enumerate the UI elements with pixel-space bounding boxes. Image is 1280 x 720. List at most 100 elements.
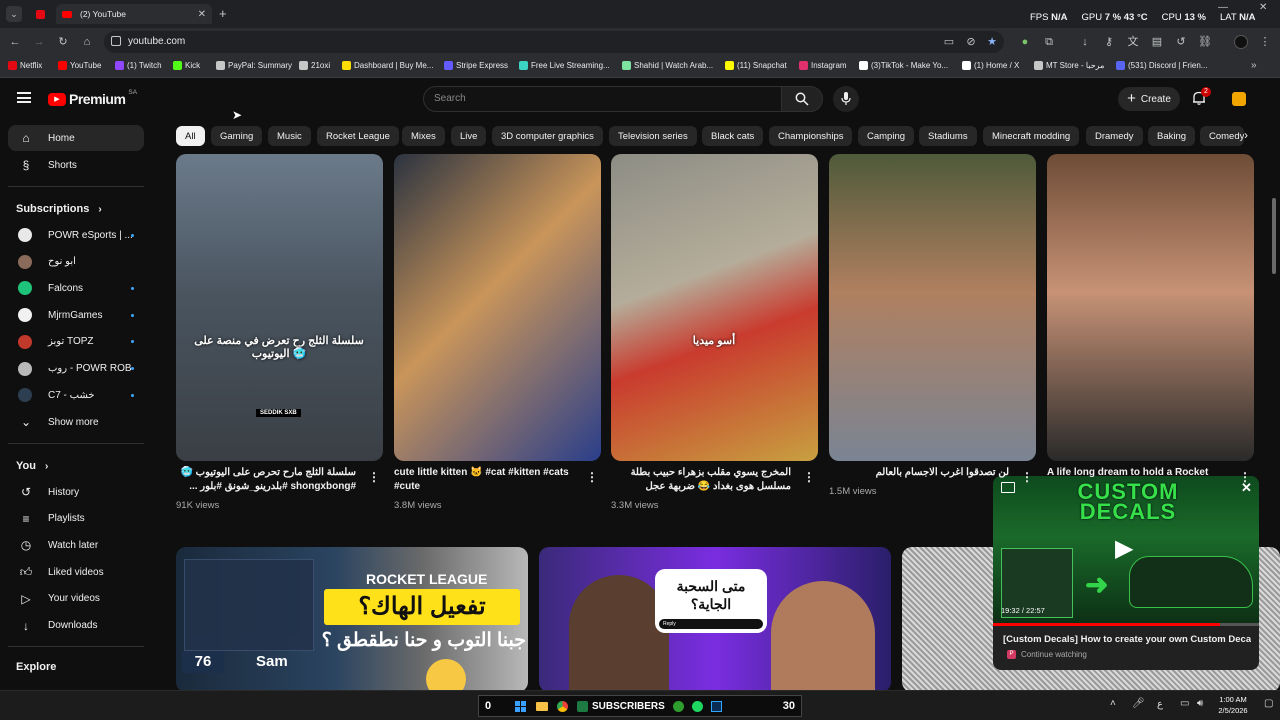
chip-minecraft-modding[interactable]: Minecraft modding	[983, 126, 1080, 146]
chip-gaming[interactable]: Gaming	[211, 126, 263, 146]
sidebar-subscription-item[interactable]: C7 - خشب	[8, 382, 144, 408]
chip-music[interactable]: Music	[268, 126, 311, 146]
windows-start-icon[interactable]	[515, 700, 526, 712]
pinned-tab[interactable]	[30, 4, 52, 24]
account-avatar[interactable]	[1232, 92, 1246, 106]
you-heading[interactable]: You ›	[16, 460, 48, 472]
key-icon[interactable]: ⚷	[1102, 35, 1116, 49]
chips-next-icon[interactable]: ›	[1244, 128, 1248, 142]
site-info-icon[interactable]	[111, 36, 121, 46]
guide-menu-icon[interactable]	[17, 92, 31, 103]
network-icon[interactable]: ▭	[1180, 698, 1189, 709]
reload-icon[interactable]: ↻	[56, 35, 70, 49]
youtube-logo[interactable]: ▶ Premium SA	[48, 89, 137, 107]
short-title[interactable]: cute little kitten 🐱 #cat #kitten #cats …	[394, 466, 574, 494]
home-browser-icon[interactable]: ⌂	[80, 35, 94, 49]
miniplayer-video[interactable]: CUSTOM DECALS ➜ ▶ ✕ 19:32 / 22:57	[993, 476, 1259, 626]
bookmark-item[interactable]: (1) Twitch	[115, 61, 162, 70]
bookmark-item[interactable]: Stripe Express	[444, 61, 508, 70]
language-indicator[interactable]: ع	[1157, 699, 1163, 710]
file-explorer-icon[interactable]	[536, 701, 548, 711]
new-tab-button[interactable]: +	[219, 6, 227, 21]
bookmark-item[interactable]: MT Store - مرحبا	[1034, 61, 1104, 70]
volume-icon[interactable]: 🔊︎	[1197, 698, 1203, 709]
search-button[interactable]	[781, 86, 823, 112]
cast-icon[interactable]: ▭	[942, 35, 956, 49]
taskbar-widget[interactable]: 0 SUBSCRIBERS 30	[478, 695, 802, 717]
short-title[interactable]: سلسلة الثلج مارح تحرص على اليوتيوب 🥶 #sh…	[176, 466, 356, 494]
chip-3d-computer-graphics[interactable]: 3D computer graphics	[492, 126, 603, 146]
play-icon[interactable]: ▶	[1115, 534, 1133, 563]
chip-all[interactable]: All	[176, 126, 205, 146]
notifications-button[interactable]: 2	[1191, 87, 1211, 110]
sidebar-subscription-item[interactable]: روب - POWR ROB	[8, 356, 144, 382]
sidebar-item-shorts[interactable]: § Shorts	[8, 152, 144, 178]
miniplayer[interactable]: CUSTOM DECALS ➜ ▶ ✕ 19:32 / 22:57 [Custo…	[993, 476, 1259, 670]
back-icon[interactable]: ←	[8, 35, 22, 49]
sidebar-subscription-item[interactable]: توبز TOPZ	[8, 329, 144, 355]
short-menu-icon[interactable]: ⋮	[803, 470, 815, 484]
chip-television-series[interactable]: Television series	[609, 126, 697, 146]
chip-stadiums[interactable]: Stadiums	[919, 126, 977, 146]
bookmark-item[interactable]: (1) Home / X	[962, 61, 1019, 70]
sidebar-subscription-item[interactable]: ابو نوح	[8, 249, 144, 275]
short-title[interactable]: المخرج يسوي مقلب بزهراء حبيب بطلة مسلسل …	[611, 466, 791, 494]
short-thumbnail[interactable]	[829, 154, 1036, 461]
chip-mixes[interactable]: Mixes	[402, 126, 445, 146]
sidebar-item-liked-videos[interactable]: 👍︎ Liked videos	[8, 559, 144, 585]
sidebar-subscription-item[interactable]: MjrmGames	[8, 302, 144, 328]
notification-center-icon[interactable]: ▢	[1264, 698, 1273, 709]
miniplayer-title[interactable]: [Custom Decals] How to create your own C…	[1003, 634, 1251, 645]
short-menu-icon[interactable]: ⋮	[1021, 470, 1033, 484]
spotify-icon[interactable]	[691, 700, 703, 712]
window-minimize-icon[interactable]: —	[1218, 2, 1228, 13]
short-thumbnail[interactable]	[1047, 154, 1254, 461]
sidebar-item-playlists[interactable]: ≡ Playlists	[8, 506, 144, 532]
bookmark-item[interactable]: Instagram	[799, 61, 847, 70]
bookmark-item[interactable]: 21oxi	[299, 61, 330, 70]
sidebar-item-watch-later[interactable]: ◷ Watch later	[8, 532, 144, 558]
short-menu-icon[interactable]: ⋮	[586, 470, 598, 484]
chip-championships[interactable]: Championships	[769, 126, 853, 146]
bookmark-item[interactable]: (11) Snapchat	[725, 61, 787, 70]
menu-kebab-icon[interactable]: ⋮	[1258, 35, 1272, 49]
sidebar-subscription-item[interactable]: POWR eSports | ...	[8, 222, 144, 248]
sidebar-item-downloads[interactable]: ↓ Downloads	[8, 613, 144, 639]
window-close-icon[interactable]: ✕	[1259, 2, 1267, 13]
sidebar-subscription-item[interactable]: Falcons	[8, 275, 144, 301]
xbox-icon[interactable]	[672, 700, 684, 712]
subscriptions-heading[interactable]: Subscriptions ›	[16, 203, 102, 215]
bookmark-item[interactable]: YouTube	[58, 61, 101, 70]
short-menu-icon[interactable]: ⋮	[368, 470, 380, 484]
bookmarks-overflow-icon[interactable]: »	[1251, 60, 1257, 71]
sidebar-item-your-videos[interactable]: ▷ Your videos	[8, 586, 144, 612]
bookmark-item[interactable]: PayPal: Summary	[216, 61, 292, 70]
bookmark-star-icon[interactable]: ★	[985, 35, 999, 49]
chip-live[interactable]: Live	[451, 126, 487, 146]
chip-rocket-league[interactable]: Rocket League	[317, 126, 399, 146]
extensions-icon[interactable]: ⧉	[1042, 35, 1056, 49]
eye-off-icon[interactable]: ⊘	[964, 35, 978, 49]
excel-icon[interactable]	[577, 700, 588, 712]
chrome-icon[interactable]	[557, 700, 568, 712]
chip-dramedy[interactable]: Dramedy	[1086, 126, 1143, 146]
video-thumbnail-purple[interactable]: متى السحبة الجاية؟ Reply	[539, 547, 891, 690]
voice-search-button[interactable]	[833, 86, 859, 112]
close-tab-icon[interactable]: ✕	[198, 9, 206, 20]
chip-comedy[interactable]: Comedy	[1200, 126, 1244, 146]
sidebar-item-home[interactable]: ⌂ Home	[8, 125, 144, 151]
bookmark-item[interactable]: Shahid | Watch Arab...	[622, 61, 713, 70]
short-title[interactable]: A life long dream to hold a Rocket	[1047, 466, 1237, 494]
chip-baking[interactable]: Baking	[1148, 126, 1196, 146]
photoshop-icon[interactable]	[710, 700, 722, 712]
bookmark-item[interactable]: Dashboard | Buy Me...	[342, 61, 433, 70]
url-text[interactable]: youtube.com	[128, 36, 185, 47]
bookmark-item[interactable]: (3)TikTok - Make Yo...	[859, 61, 948, 70]
history-browser-icon[interactable]: ↺	[1174, 35, 1188, 49]
bookmark-item[interactable]: Free Live Streaming...	[519, 61, 610, 70]
translate-icon[interactable]: 文	[1126, 35, 1140, 49]
bookmark-item[interactable]: (531) Discord | Frien...	[1116, 61, 1207, 70]
download-browser-icon[interactable]: ↓	[1078, 35, 1092, 49]
video-thumbnail-rocket-league[interactable]: ROCKET LEAGUE تفعيل الهاك؟ جبنا التوب و …	[176, 547, 528, 690]
short-thumbnail[interactable]: سلسلة الثلج رح تعرض في منصة على اليوتيوب…	[176, 154, 383, 461]
